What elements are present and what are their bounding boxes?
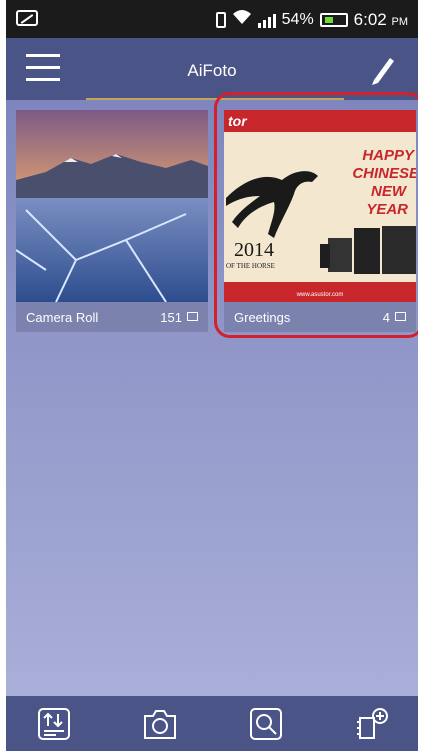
vibrate-icon [215,11,226,28]
pencil-icon [372,58,394,85]
camera-icon [144,710,176,739]
album-count: 151 [160,310,182,325]
status-indicators: 54% 6:02 PM [215,9,408,30]
notification-icon [16,10,38,26]
album-camera-roll[interactable]: Camera Roll 151 [16,110,208,332]
battery-percent: 54% [281,10,314,28]
wifi-icon [232,9,252,30]
status-bar: 54% 6:02 PM [6,0,418,38]
add-album-icon [357,708,388,739]
phone-screen: 54% 6:02 PM AiFoto Camera Roll 151 tor H… [6,0,418,751]
album-meta: Camera Roll 151 [16,302,208,332]
camera-button[interactable] [142,706,178,742]
album-grid: Camera Roll 151 tor HAPPY CHINESE NEW YE… [6,92,418,696]
clock-ampm: PM [391,15,409,28]
bottom-toolbar [6,696,418,751]
clock: 6:02 PM [354,10,408,30]
clock-time: 6:02 [353,9,387,29]
image-count-icon [187,312,198,321]
signal-icon [257,12,276,28]
search-button[interactable] [248,706,284,742]
upload-sort-button[interactable] [36,706,72,742]
edit-button[interactable] [368,52,398,86]
upload-download-icon [38,708,70,740]
search-icon [250,708,282,740]
album-thumbnail [16,110,208,302]
highlight-annotation [214,92,418,338]
app-bar: AiFoto [6,38,418,100]
add-album-button[interactable] [354,706,390,742]
app-title: AiFoto [187,61,237,80]
battery-icon [319,12,348,27]
album-name: Camera Roll [26,310,99,325]
